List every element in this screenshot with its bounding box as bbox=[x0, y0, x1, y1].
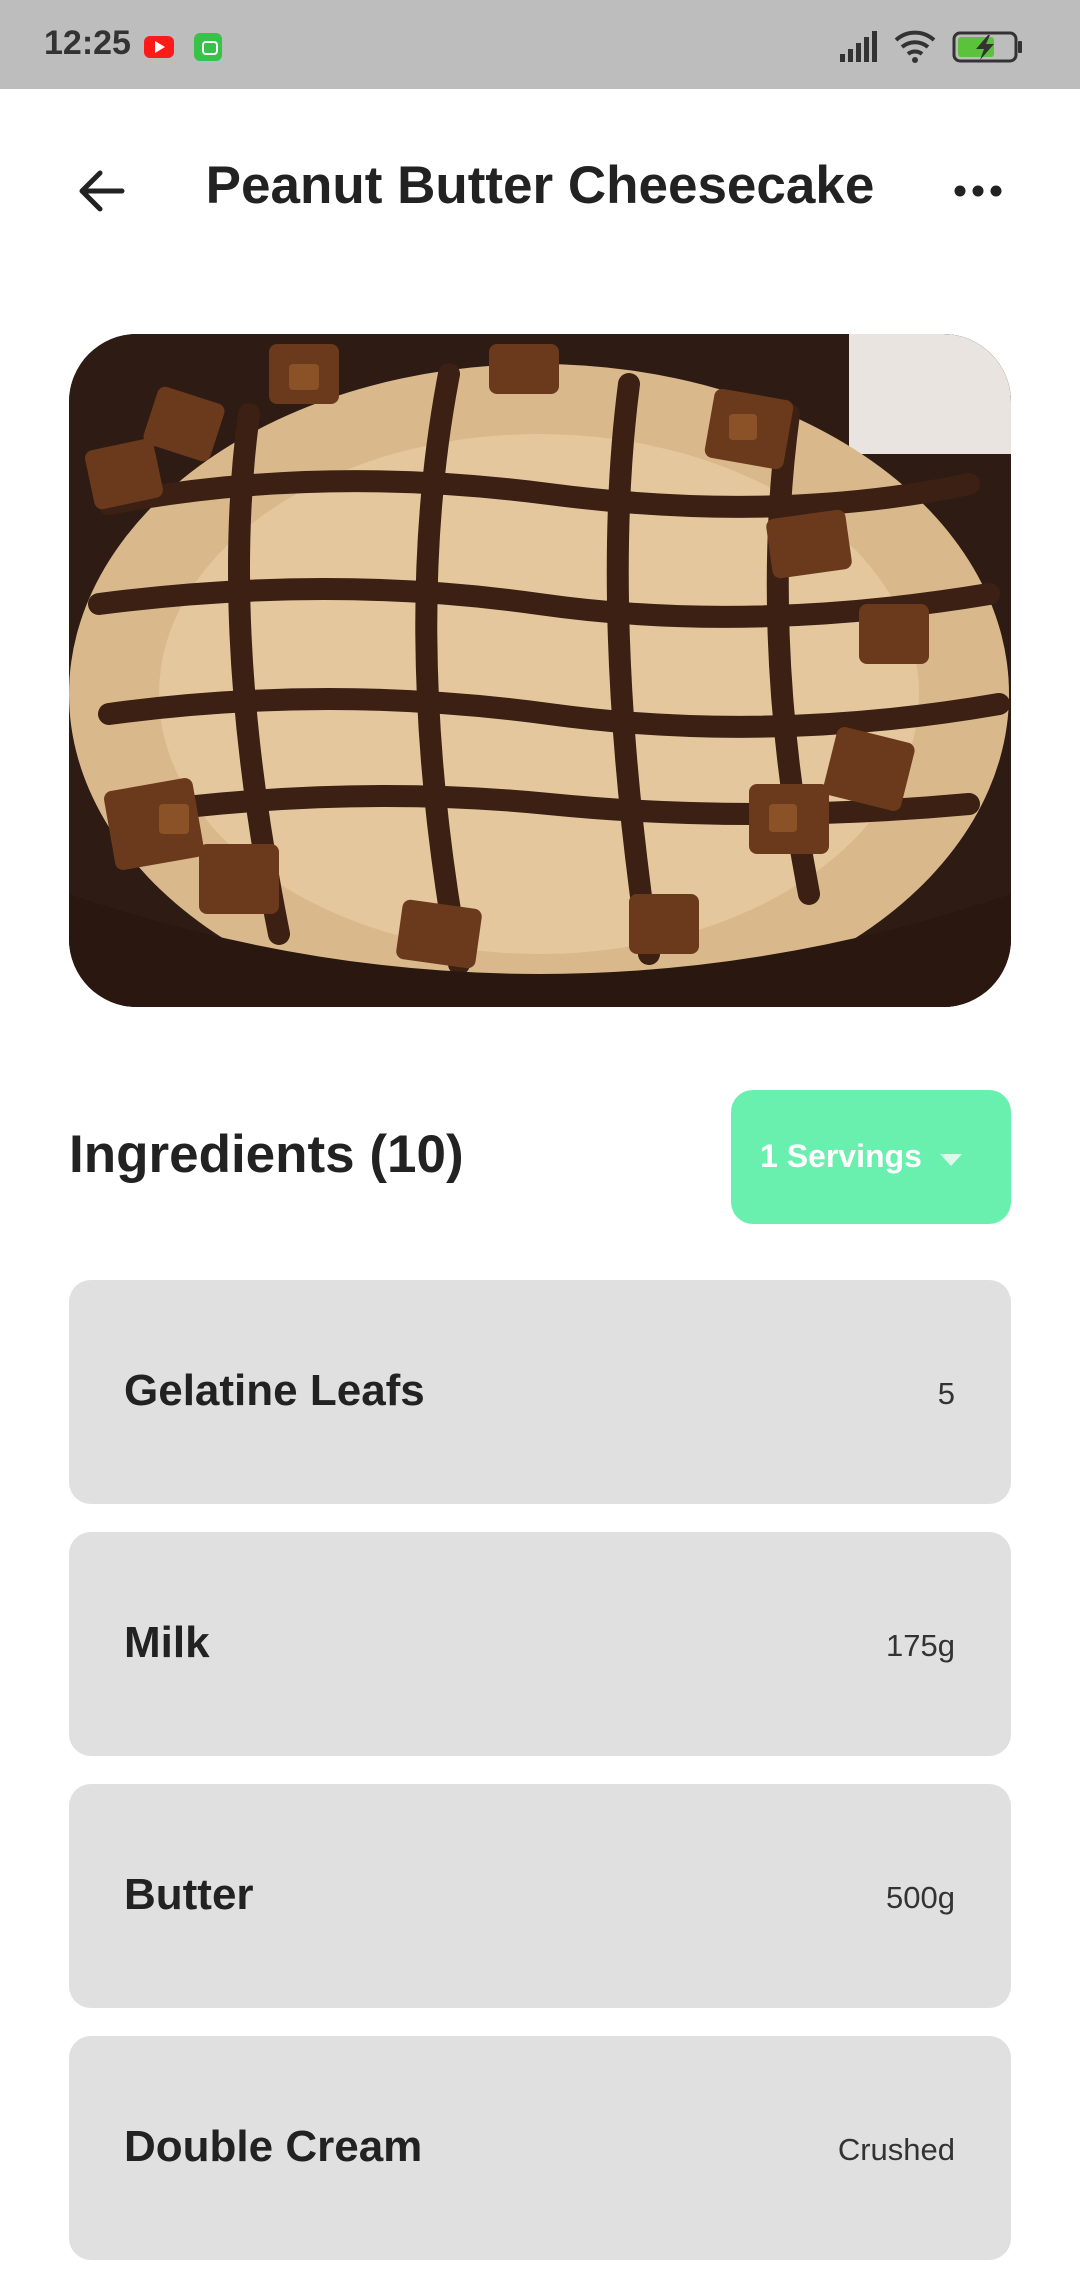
ingredient-name: Milk bbox=[124, 1618, 210, 1667]
ingredient-name: Double Cream bbox=[124, 2122, 423, 2171]
more-horizontal-icon bbox=[954, 185, 1002, 197]
ingredient-quantity: 175g bbox=[886, 1628, 955, 1663]
app-header: Peanut Butter Cheesecake bbox=[0, 89, 1080, 289]
youtube-icon bbox=[144, 36, 174, 58]
ingredient-name: Butter bbox=[124, 1870, 254, 1919]
chevron-down-icon bbox=[940, 1154, 962, 1166]
more-options-button[interactable] bbox=[940, 153, 1016, 229]
page-title: Peanut Butter Cheesecake bbox=[205, 156, 875, 215]
ingredient-item[interactable]: Double Cream Crushed bbox=[69, 2036, 1011, 2260]
ingredients-title: Ingredients (10) bbox=[69, 1125, 464, 1184]
ingredient-item[interactable]: Milk 175g bbox=[69, 1532, 1011, 1756]
wifi-icon bbox=[894, 30, 936, 63]
servings-label: 1 Servings bbox=[760, 1138, 922, 1174]
arrow-left-icon bbox=[79, 170, 125, 212]
ingredient-quantity: 500g bbox=[886, 1880, 955, 1915]
ingredient-name: Gelatine Leafs bbox=[124, 1366, 425, 1415]
back-button[interactable] bbox=[64, 153, 140, 229]
ingredient-quantity: 5 bbox=[937, 1376, 955, 1411]
ingredient-item[interactable]: Butter 500g bbox=[69, 1784, 1011, 2008]
ingredient-list: Gelatine Leafs 5 Milk 175g Butter 500g D… bbox=[69, 1280, 1011, 2288]
battery-charging-icon bbox=[952, 31, 1022, 63]
ingredient-item[interactable]: Gelatine Leafs 5 bbox=[69, 1280, 1011, 1504]
status-time: 12:25 bbox=[44, 24, 131, 62]
servings-dropdown[interactable]: 1 Servings bbox=[731, 1090, 1011, 1224]
cheesecake-photo bbox=[69, 334, 1011, 1007]
signal-icon bbox=[840, 31, 877, 62]
status-bar: 12:25 bbox=[0, 0, 1080, 89]
app-notification-icon bbox=[194, 33, 222, 61]
ingredient-quantity: Crushed bbox=[837, 2132, 955, 2167]
recipe-image bbox=[69, 334, 1011, 1007]
